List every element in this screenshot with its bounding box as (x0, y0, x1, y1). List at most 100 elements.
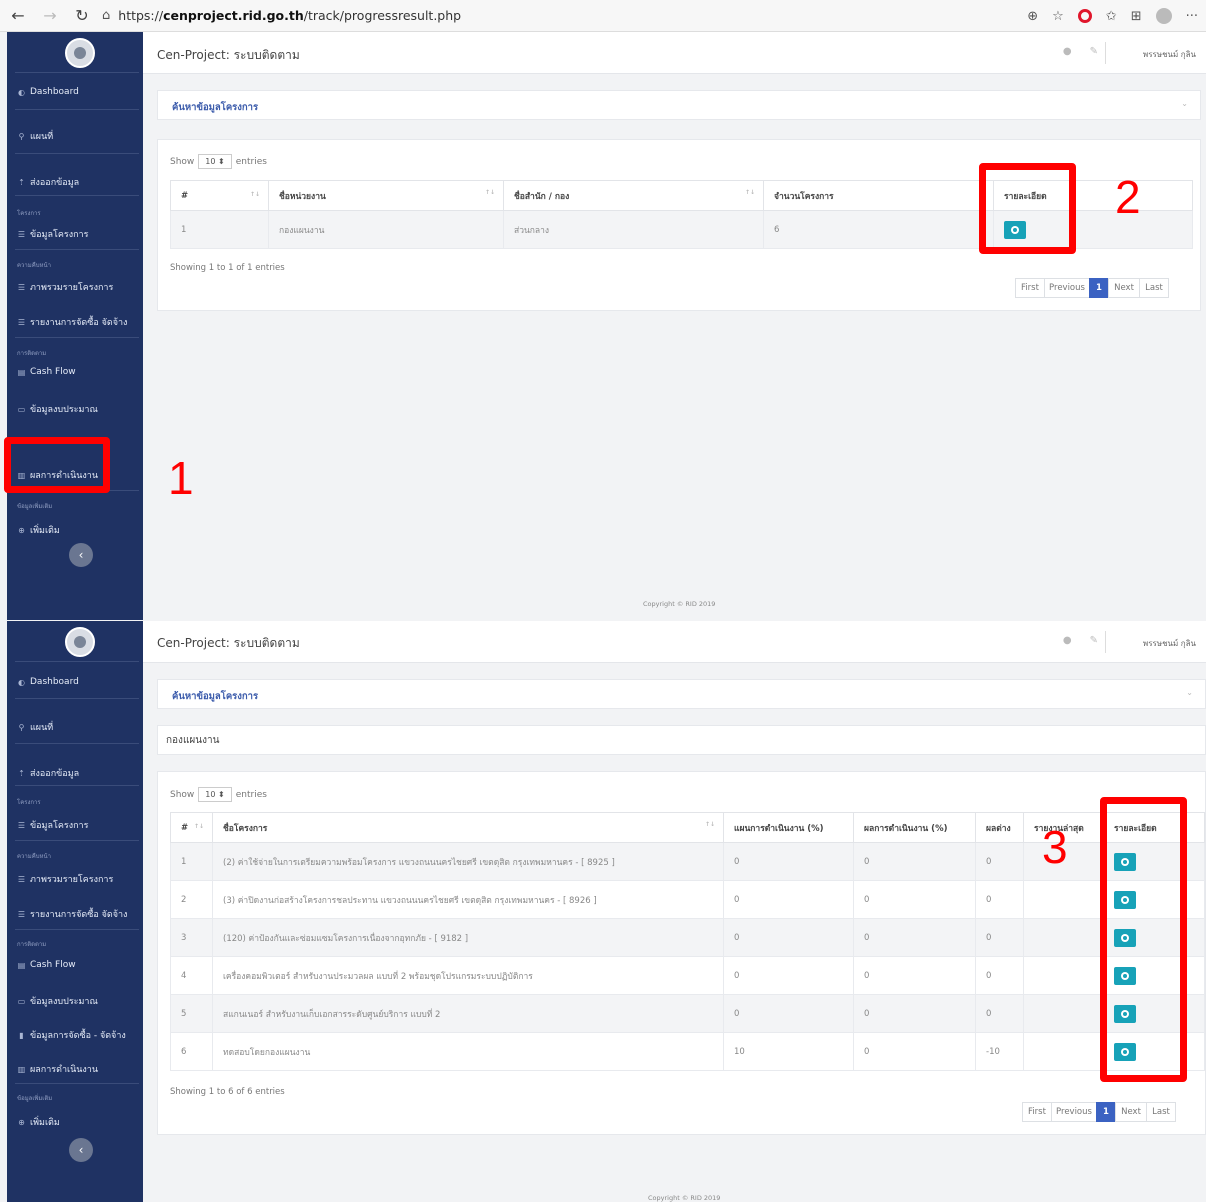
cell-number: 2 (170, 880, 213, 919)
pagination-next[interactable]: Next (1108, 278, 1140, 298)
col-header-result[interactable]: ผลการดำเนินงาน (%) (853, 812, 976, 843)
sidebar-item-budget[interactable]: ▭ ข้อมูลงบประมาณ (17, 402, 98, 416)
entries-label: entries (235, 156, 267, 167)
col-header-division[interactable]: ชื่อสำนัก / กอง ↑↓ (503, 180, 764, 211)
sort-icon: ↑↓ (249, 190, 260, 198)
pagination-page-1[interactable]: 1 (1089, 278, 1109, 298)
favorites-icon[interactable]: ✩ (1106, 9, 1117, 24)
sidebar-item-procurement-report[interactable]: ☰ รายงานการจัดซื้อ จัดจ้าง (17, 907, 128, 921)
sidebar-label: แผนที่ (30, 723, 54, 733)
sidebar-item-project-data[interactable]: ☰ ข้อมูลโครงการ (17, 818, 89, 832)
pagination-page-1[interactable]: 1 (1096, 1102, 1116, 1122)
list-icon: ☰ (17, 229, 26, 239)
more-icon[interactable]: ··· (1186, 9, 1198, 24)
pagination-first[interactable]: First (1015, 278, 1045, 298)
col-header-number[interactable]: # ↑↓ (170, 812, 213, 843)
cell-difference: 0 (975, 918, 1024, 957)
pagination-first[interactable]: First (1022, 1102, 1052, 1122)
cell-plan: 0 (723, 994, 854, 1033)
star-icon[interactable]: ☆ (1052, 9, 1064, 24)
department-title: กองแผนงาน (157, 725, 1206, 755)
list-icon: ☰ (17, 909, 26, 919)
back-icon[interactable]: ← (4, 2, 32, 30)
col-header-project-name[interactable]: ชื่อโครงการ ↑↓ (212, 812, 724, 843)
logo (65, 38, 95, 68)
cell-number: 1 (170, 210, 269, 249)
address-bar[interactable]: ⌂ https://cenproject.rid.go.th/track/pro… (102, 8, 461, 23)
pagination-last[interactable]: Last (1139, 278, 1169, 298)
sidebar-item-project-data[interactable]: ☰ ข้อมูลโครงการ (17, 227, 89, 241)
sidebar-divider (15, 195, 139, 196)
page-size-select[interactable]: 10 ⬍ (198, 154, 232, 169)
table-row: 3 (120) ค่าป้องกันและซ่อมแซมโครงการเนื่อ… (170, 918, 1205, 957)
forward-icon[interactable]: → (36, 2, 64, 30)
wrench-icon[interactable]: ✎ (1090, 635, 1098, 646)
sidebar-item-cashflow[interactable]: ▤ Cash Flow (17, 960, 76, 970)
sidebar-item-budget[interactable]: ▭ ข้อมูลงบประมาณ (17, 994, 98, 1008)
profile-icon[interactable] (1155, 8, 1172, 24)
sort-icon: ↑↓ (704, 820, 715, 828)
sidebar-divider (15, 785, 139, 786)
col-header-plan[interactable]: แผนการดำเนินงาน (%) (723, 812, 854, 843)
collections-icon[interactable]: ⊞ (1131, 9, 1142, 24)
sidebar-item-procurement-data[interactable]: ▮ ข้อมูลการจัดซื้อ - จัดจ้าง (17, 1028, 126, 1042)
sidebar-item-map[interactable]: ⚲ แผนที่ (17, 720, 54, 734)
zoom-icon[interactable]: ⊕ (1027, 9, 1038, 24)
search-card[interactable]: ค้นหาข้อมูลโครงการ ⌄ (157, 679, 1206, 709)
pagination-last[interactable]: Last (1146, 1102, 1176, 1122)
cell-project-name: ทดสอบโดยกองแผนงาน (212, 1032, 724, 1071)
sidebar-label: รายงานการจัดซื้อ จัดจ้าง (30, 318, 128, 328)
pagination-previous[interactable]: Previous (1044, 278, 1090, 298)
sort-icon: ↑↓ (744, 188, 755, 196)
sidebar-item-cashflow[interactable]: ▤ Cash Flow (17, 367, 76, 377)
col-header-number[interactable]: # ↑↓ (170, 180, 269, 211)
search-card-title: ค้นหาข้อมูลโครงการ (172, 102, 259, 113)
opera-icon[interactable] (1077, 9, 1092, 23)
card-icon: ▭ (17, 404, 26, 414)
sidebar-label: ภาพรวมรายโครงการ (30, 875, 114, 885)
cell-agency: กองแผนงาน (268, 210, 504, 249)
sidebar-item-more[interactable]: ⊕ เพิ่มเติม (17, 523, 60, 537)
cell-number: 4 (170, 956, 213, 995)
sidebar-item-overview[interactable]: ☰ ภาพรวมรายโครงการ (17, 280, 113, 294)
top-separator (1105, 631, 1106, 653)
sidebar-collapse-button[interactable]: ‹ (69, 1138, 93, 1162)
sidebar-item-map[interactable]: ⚲ แผนที่ (17, 129, 54, 143)
info-icon[interactable]: ● (1063, 46, 1072, 57)
pagination-previous[interactable]: Previous (1051, 1102, 1097, 1122)
col-header-difference[interactable]: ผลต่าง (975, 812, 1024, 843)
plus-circle-icon: ⊕ (18, 525, 25, 535)
table-info: Showing 1 to 6 of 6 entries (170, 1087, 285, 1097)
sidebar-item-export[interactable]: ⇡ ส่งออกข้อมูล (17, 766, 79, 780)
pagination-next[interactable]: Next (1115, 1102, 1147, 1122)
sidebar-item-dashboard[interactable]: ◐ Dashboard (17, 677, 79, 687)
page-size-select[interactable]: 10 ⬍ (198, 787, 232, 802)
cell-number: 5 (170, 994, 213, 1033)
table-info: Showing 1 to 1 of 1 entries (170, 263, 285, 273)
sidebar-item-procurement-report[interactable]: ☰ รายงานการจัดซื้อ จัดจ้าง (17, 315, 128, 329)
col-header-agency[interactable]: ชื่อหน่วยงาน ↑↓ (268, 180, 504, 211)
reload-icon[interactable]: ↻ (68, 2, 96, 30)
user-name[interactable]: พรรษชนม์ กุลิน (1143, 637, 1196, 650)
chevron-down-icon[interactable]: ⌄ (1186, 688, 1193, 697)
wrench-icon[interactable]: ✎ (1090, 46, 1098, 57)
sidebar-collapse-button[interactable]: ‹ (69, 543, 93, 567)
sidebar-label: ข้อมูลโครงการ (30, 821, 89, 831)
sidebar-item-results[interactable]: ▥ ผลการดำเนินงาน (17, 1062, 98, 1076)
sidebar-section-follow: การติดตาม (17, 350, 47, 357)
chevron-down-icon[interactable]: ⌄ (1181, 99, 1188, 108)
chart-icon: ▥ (17, 1064, 26, 1074)
app-title: Cen-Project: ระบบติดตาม (157, 48, 300, 62)
user-name[interactable]: พรรษชนม์ กุลิน (1143, 48, 1196, 61)
cell-result: 0 (853, 994, 976, 1033)
annotation-number-2: 2 (1115, 171, 1141, 223)
sidebar-item-export[interactable]: ⇡ ส่งออกข้อมูล (17, 175, 79, 189)
search-card[interactable]: ค้นหาข้อมูลโครงการ ⌄ (157, 90, 1201, 120)
sidebar-label: Dashboard (30, 87, 79, 97)
cell-plan: 0 (723, 918, 854, 957)
sidebar-item-dashboard[interactable]: ◐ Dashboard (17, 87, 79, 97)
sidebar-item-overview[interactable]: ☰ ภาพรวมรายโครงการ (17, 872, 113, 886)
sidebar-item-more[interactable]: ⊕ เพิ่มเติม (17, 1115, 60, 1129)
info-icon[interactable]: ● (1063, 635, 1072, 646)
col-header-project-count[interactable]: จำนวนโครงการ (763, 180, 994, 211)
